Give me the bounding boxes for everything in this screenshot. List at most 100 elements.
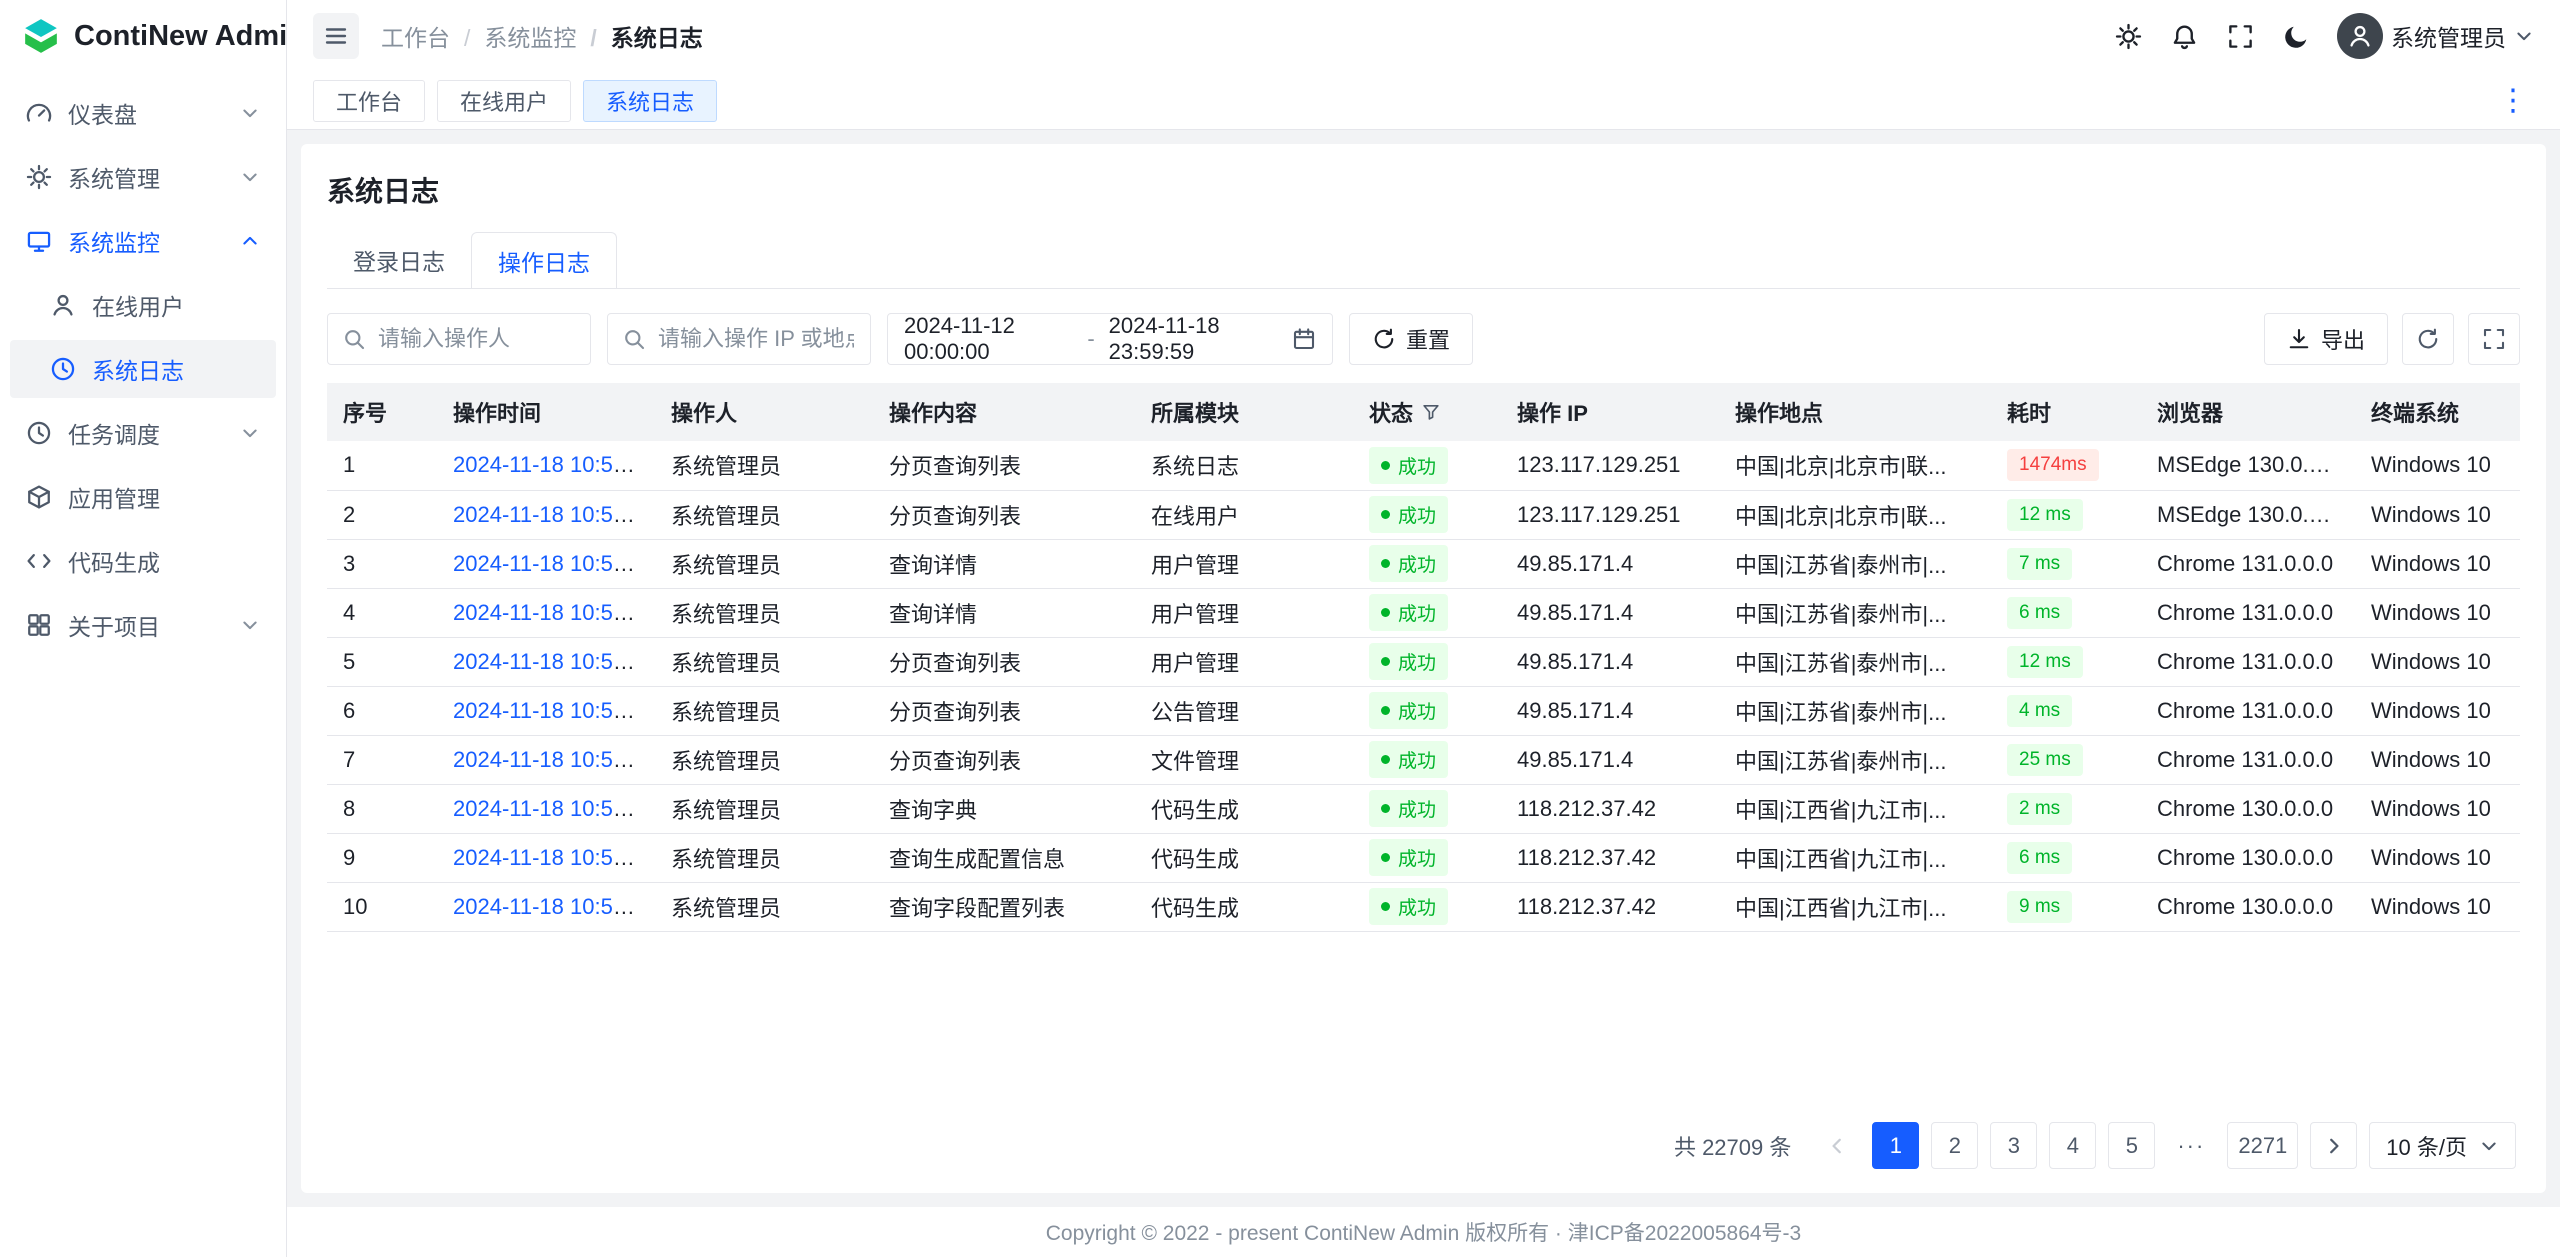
dark-mode-button[interactable] (2273, 13, 2319, 59)
table-refresh-button[interactable] (2402, 313, 2454, 365)
tab-login-logs[interactable]: 登录日志 (327, 232, 471, 288)
operation-time-link[interactable]: 2024-11-18 10:51:49 (453, 845, 655, 870)
reset-button[interactable]: 重置 (1349, 313, 1473, 365)
pagination-page-button[interactable]: 1 (1872, 1122, 1919, 1169)
cell-location: 中国|江西省|九江市|... (1719, 833, 1991, 882)
operation-time-link[interactable]: 2024-11-18 10:51:53 (453, 698, 655, 723)
table-row[interactable]: 5 2024-11-18 10:51:55 系统管理员 分页查询列表 用户管理 … (327, 637, 2520, 686)
pagination-page-button[interactable]: ··· (2167, 1122, 2215, 1169)
sidebar-item-about-project[interactable]: 关于项目 (10, 596, 276, 654)
pagination-page-button[interactable]: 2271 (2227, 1122, 2298, 1169)
settings-button[interactable] (2105, 13, 2151, 59)
cell-operation-content: 查询字典 (873, 784, 1135, 833)
fullscreen-button[interactable] (2217, 13, 2263, 59)
avatar-person-icon (2347, 23, 2373, 49)
col-cost: 耗时 (1991, 383, 2141, 441)
table-row[interactable]: 7 2024-11-18 10:51:52 系统管理员 分页查询列表 文件管理 … (327, 735, 2520, 784)
cell-operation-time: 2024-11-18 10:51:50 (437, 784, 655, 833)
pagination: 共 22709 条 12345···2271 10 条/页 (327, 1100, 2520, 1177)
sidebar-item-label: 仪表盘 (68, 96, 137, 130)
sidebar-item-task-scheduler[interactable]: 任务调度 (10, 404, 276, 462)
table-row[interactable]: 9 2024-11-18 10:51:49 系统管理员 查询生成配置信息 代码生… (327, 833, 2520, 882)
gear-icon (26, 164, 52, 190)
status-dot-icon (1381, 804, 1390, 813)
col-os: 终端系统 (2355, 383, 2520, 441)
sidebar-item-app-management[interactable]: 应用管理 (10, 468, 276, 526)
table-row[interactable]: 2 2024-11-18 10:52:47 系统管理员 分页查询列表 在线用户 … (327, 490, 2520, 539)
operation-time-link[interactable]: 2024-11-18 10:52:47 (453, 502, 655, 527)
filter-toolbar: 2024-11-12 00:00:00 - 2024-11-18 23:59:5… (327, 313, 2520, 365)
operation-time-link[interactable]: 2024-11-18 10:52:05 (453, 600, 655, 625)
chevron-right-icon (2323, 1135, 2345, 1157)
operation-time-link[interactable]: 2024-11-18 10:51:49 (453, 894, 655, 919)
cell-operation-time: 2024-11-18 10:52:12 (437, 539, 655, 588)
ip-search-input[interactable] (656, 325, 856, 353)
tab-label: 操作日志 (498, 244, 590, 278)
pagination-page-button[interactable]: 2 (1931, 1122, 1978, 1169)
sidebar-item-system-logs[interactable]: 系统日志 (10, 340, 276, 398)
operation-time-link[interactable]: 2024-11-18 10:51:50 (453, 796, 655, 821)
brand[interactable]: ContiNew Admin (0, 0, 286, 72)
top-header: 工作台 系统监控 系统日志 (287, 0, 2560, 72)
tab-operation-logs[interactable]: 操作日志 (471, 232, 617, 288)
operation-time-link[interactable]: 2024-11-18 10:51:52 (453, 747, 655, 772)
user-icon (50, 292, 76, 318)
sidebar-item-dashboard[interactable]: 仪表盘 (10, 84, 276, 142)
table-row[interactable]: 10 2024-11-18 10:51:49 系统管理员 查询字段配置列表 代码… (327, 882, 2520, 931)
operation-time-link[interactable]: 2024-11-18 10:52:12 (453, 551, 655, 576)
operator-search[interactable] (327, 313, 591, 365)
pagination-pages: 12345 ··· 2271 (1872, 1122, 2298, 1169)
pagination-prev-button[interactable] (1813, 1122, 1860, 1169)
sidebar-item-system-monitor[interactable]: 系统监控 (10, 212, 276, 270)
operation-time-link[interactable]: 2024-11-18 10:52:55 (453, 452, 655, 477)
table-row[interactable]: 3 2024-11-18 10:52:12 系统管理员 查询详情 用户管理 成功… (327, 539, 2520, 588)
table-row[interactable]: 6 2024-11-18 10:51:53 系统管理员 分页查询列表 公告管理 … (327, 686, 2520, 735)
chevron-up-icon (240, 231, 260, 251)
cell-index: 1 (327, 441, 437, 490)
pagination-page-button[interactable]: 5 (2108, 1122, 2155, 1169)
status-badge: 成功 (1369, 447, 1448, 484)
sidebar-item-online-users[interactable]: 在线用户 (10, 276, 276, 334)
pagination-page-button[interactable]: 3 (1990, 1122, 2037, 1169)
table-fullscreen-button[interactable] (2468, 313, 2520, 365)
status-label: 成功 (1398, 795, 1436, 822)
tab-online-users[interactable]: 在线用户 (437, 80, 571, 122)
date-range-picker[interactable]: 2024-11-12 00:00:00 - 2024-11-18 23:59:5… (887, 313, 1333, 365)
pagination-next-button[interactable] (2310, 1122, 2357, 1169)
content-area: 系统日志 登录日志 操作日志 (287, 130, 2560, 1207)
tab-workbench[interactable]: 工作台 (313, 80, 425, 122)
breadcrumb-item[interactable]: 系统监控 (450, 19, 576, 53)
operation-time-link[interactable]: 2024-11-18 10:51:55 (453, 649, 655, 674)
tab-more-icon[interactable]: ⋮ (2492, 86, 2534, 116)
cell-index: 4 (327, 588, 437, 637)
tab-system-logs[interactable]: 系统日志 (583, 80, 717, 122)
table-header: 序号 操作时间 操作人 操作内容 所属模块 状态 (327, 383, 2520, 441)
cell-operation-content: 查询字段配置列表 (873, 882, 1135, 931)
sidebar-item-code-generation[interactable]: 代码生成 (10, 532, 276, 590)
filter-funnel-icon[interactable] (1421, 402, 1441, 422)
table-toolbar-right: 导出 (2264, 313, 2520, 365)
table-row[interactable]: 1 2024-11-18 10:52:55 系统管理员 分页查询列表 系统日志 … (327, 441, 2520, 490)
table-row[interactable]: 4 2024-11-18 10:52:05 系统管理员 查询详情 用户管理 成功… (327, 588, 2520, 637)
cell-operation-ip: 49.85.171.4 (1501, 686, 1719, 735)
cost-badge: 25 ms (2007, 744, 2083, 776)
cost-badge: 1474ms (2007, 449, 2099, 481)
ip-search[interactable] (607, 313, 871, 365)
user-menu[interactable]: 系统管理员 (2329, 13, 2534, 59)
export-button[interactable]: 导出 (2264, 313, 2388, 365)
status-dot-icon (1381, 853, 1390, 862)
notifications-button[interactable] (2161, 13, 2207, 59)
operator-search-input[interactable] (376, 325, 576, 353)
sidebar-collapse-button[interactable] (313, 13, 359, 59)
page-size-select[interactable]: 10 条/页 (2369, 1122, 2516, 1169)
table-row[interactable]: 8 2024-11-18 10:51:50 系统管理员 查询字典 代码生成 成功… (327, 784, 2520, 833)
gear-icon (2115, 23, 2142, 50)
cell-cost: 12 ms (1991, 637, 2141, 686)
pagination-page-button[interactable]: 4 (2049, 1122, 2096, 1169)
col-browser: 浏览器 (2141, 383, 2355, 441)
avatar[interactable] (2337, 13, 2383, 59)
menu-fold-icon (323, 23, 349, 49)
sidebar-item-system-management[interactable]: 系统管理 (10, 148, 276, 206)
cell-module: 系统日志 (1135, 441, 1353, 490)
breadcrumb-item[interactable]: 工作台 (381, 19, 450, 53)
